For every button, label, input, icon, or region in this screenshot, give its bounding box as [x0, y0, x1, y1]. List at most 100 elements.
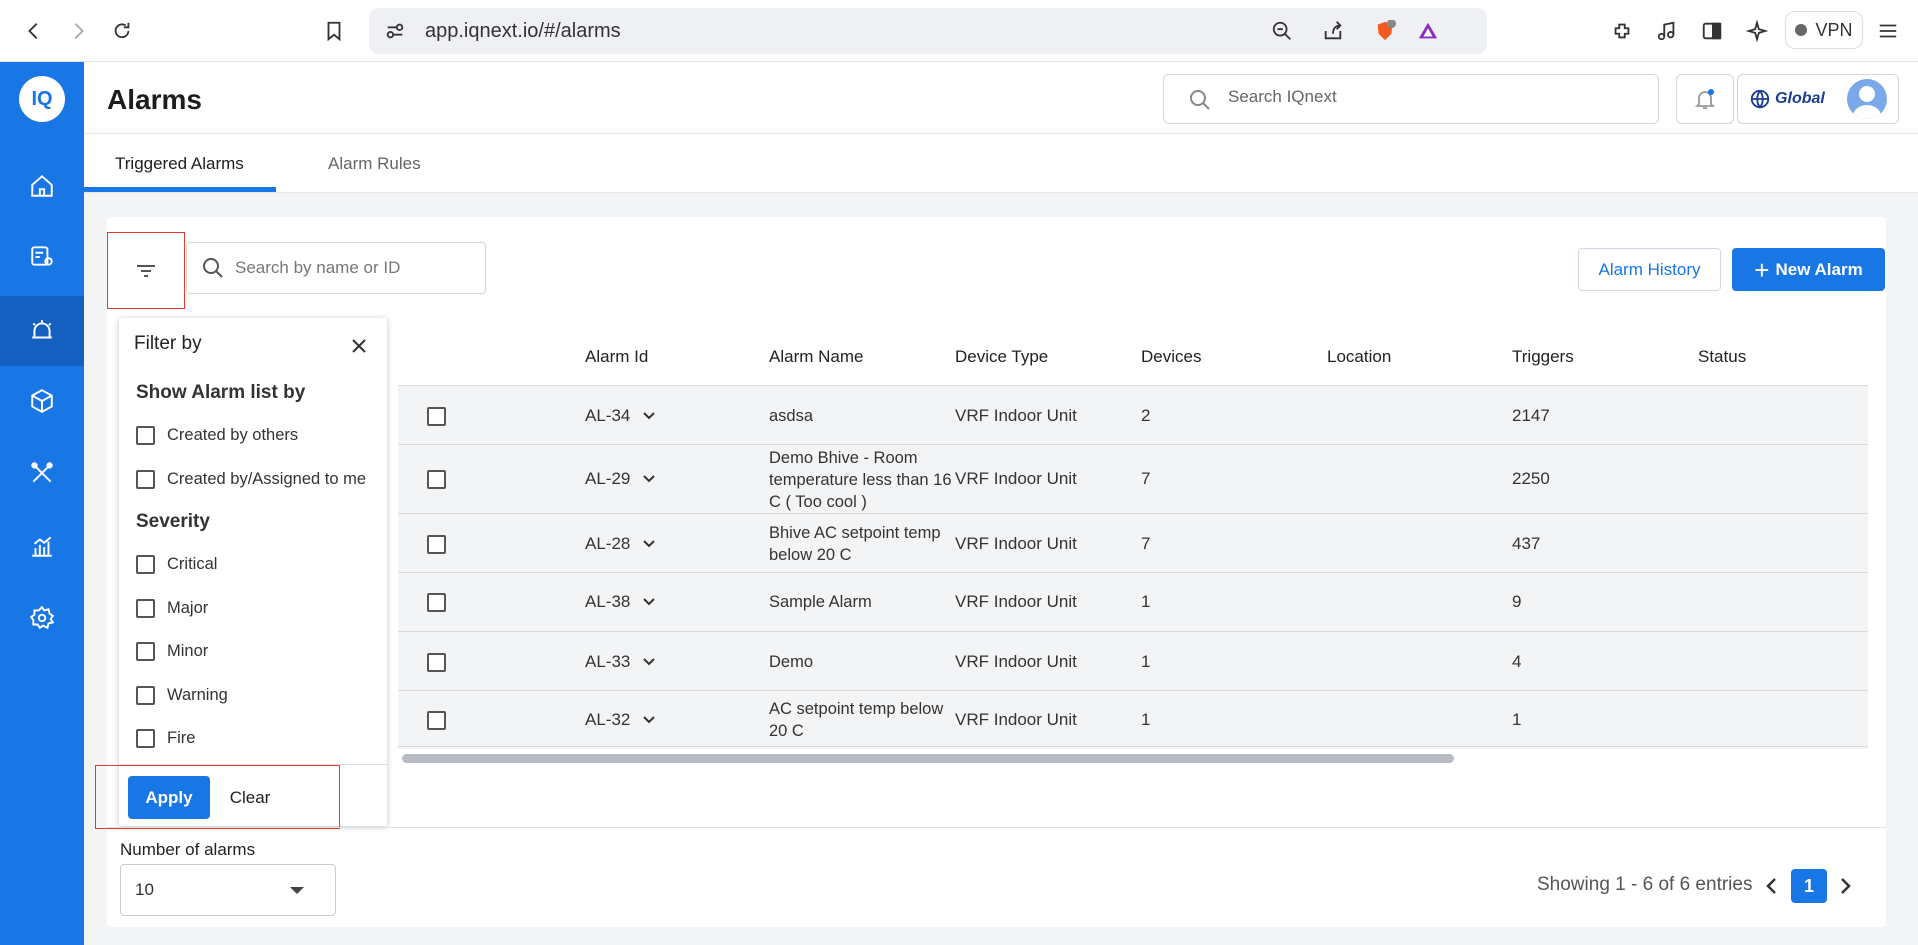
new-alarm-button[interactable]: + New Alarm: [1732, 248, 1885, 291]
chevron-down-icon[interactable]: [641, 653, 657, 669]
row-checkbox[interactable]: [427, 407, 446, 426]
option-label: Minor: [167, 642, 209, 660]
col-devices[interactable]: Devices: [1141, 347, 1201, 367]
filter-option-minor[interactable]: Minor: [136, 642, 208, 661]
reload-icon[interactable]: [106, 15, 138, 47]
chevron-down-icon[interactable]: [641, 593, 657, 609]
col-alarm-id[interactable]: Alarm Id: [585, 347, 648, 367]
notifications-button[interactable]: [1676, 74, 1734, 124]
vpn-button[interactable]: VPN: [1785, 11, 1863, 49]
checkbox[interactable]: [136, 729, 155, 748]
col-status[interactable]: Status: [1698, 347, 1746, 367]
global-search[interactable]: [1163, 74, 1659, 124]
filter-option-major[interactable]: Major: [136, 599, 208, 618]
checkbox[interactable]: [136, 470, 155, 489]
extensions-icon[interactable]: [1606, 15, 1638, 47]
chevron-down-icon[interactable]: [641, 535, 657, 551]
sidebar-item-maintenance[interactable]: [0, 438, 84, 508]
alarm-search-input[interactable]: [235, 258, 475, 278]
filter-option-fire[interactable]: Fire: [136, 729, 195, 748]
checkbox[interactable]: [136, 642, 155, 661]
sidebar-item-devices[interactable]: [0, 221, 84, 291]
row-checkbox[interactable]: [427, 653, 446, 672]
tab-triggered-alarms[interactable]: Triggered Alarms: [115, 154, 244, 174]
zoom-out-icon[interactable]: [1266, 15, 1298, 47]
clear-button[interactable]: Clear: [222, 776, 278, 819]
checkbox[interactable]: [136, 426, 155, 445]
col-alarm-name[interactable]: Alarm Name: [769, 347, 863, 367]
chevron-right-icon[interactable]: [1833, 874, 1857, 898]
checkbox[interactable]: [136, 555, 155, 574]
sidebar-item-assets[interactable]: [0, 366, 84, 436]
col-location[interactable]: Location: [1327, 347, 1391, 367]
table-row[interactable]: AL-38 Sample Alarm VRF Indoor Unit 1 9: [398, 572, 1868, 631]
sidebar-item-home[interactable]: [0, 151, 84, 221]
brave-rewards-icon[interactable]: [1412, 15, 1444, 47]
row-checkbox[interactable]: [427, 711, 446, 730]
row-checkbox[interactable]: [427, 535, 446, 554]
global-search-input[interactable]: [1228, 87, 1628, 107]
filter-option-critical[interactable]: Critical: [136, 555, 217, 574]
checkbox[interactable]: [136, 599, 155, 618]
horizontal-scrollbar[interactable]: [402, 754, 1454, 763]
brave-shield-icon[interactable]: [1369, 15, 1401, 47]
forward-icon[interactable]: [62, 15, 94, 47]
alarm-search[interactable]: [186, 242, 486, 294]
table-row[interactable]: AL-29 Demo Bhive - Room temperature less…: [398, 444, 1868, 513]
option-label: Created by/Assigned to me: [167, 470, 367, 488]
option-label: Created by others: [167, 426, 299, 444]
page-header: Alarms Global: [84, 62, 1918, 134]
sidebar-item-analytics[interactable]: [0, 511, 84, 581]
address-bar[interactable]: app.iqnext.io/#/alarms: [369, 8, 1487, 54]
option-label: Fire: [167, 729, 196, 747]
table-row[interactable]: AL-28 Bhive AC setpoint temp below 20 C …: [398, 513, 1868, 572]
alarm-name: Demo: [769, 653, 814, 671]
sidebar-item-settings[interactable]: [0, 583, 84, 653]
back-icon[interactable]: [18, 15, 50, 47]
share-icon[interactable]: [1317, 15, 1349, 47]
chevron-left-icon[interactable]: [1760, 874, 1784, 898]
app-logo[interactable]: IQ: [19, 76, 65, 122]
device-settings-icon: [31, 246, 53, 266]
devices-count: 7: [1141, 469, 1151, 488]
table-row[interactable]: AL-33 Demo VRF Indoor Unit 1 4: [398, 631, 1868, 690]
alarm-id: AL-28: [585, 534, 631, 553]
close-icon[interactable]: [349, 336, 369, 356]
device-type: VRF Indoor Unit: [955, 710, 1077, 729]
bookmark-icon[interactable]: [318, 15, 350, 47]
triggers-count: 9: [1512, 592, 1522, 611]
checkbox[interactable]: [136, 686, 155, 705]
filter-section-severity: Severity: [136, 511, 210, 532]
media-icon[interactable]: [1651, 15, 1683, 47]
row-checkbox[interactable]: [427, 470, 446, 489]
alarm-count-select[interactable]: 10: [120, 864, 336, 916]
chevron-down-icon[interactable]: [641, 470, 657, 486]
sidebar-toggle-icon[interactable]: [1696, 15, 1728, 47]
leo-ai-icon[interactable]: [1741, 15, 1773, 47]
tab-alarm-rules[interactable]: Alarm Rules: [328, 154, 421, 174]
row-checkbox[interactable]: [427, 593, 446, 612]
alarm-history-button[interactable]: Alarm History: [1578, 248, 1721, 291]
plus-icon: +: [1754, 254, 1770, 285]
pagination-summary: Showing 1 - 6 of 6 entries: [1537, 874, 1753, 895]
site-settings-icon[interactable]: [379, 15, 411, 47]
alarm-id: AL-29: [585, 469, 631, 488]
chevron-down-icon[interactable]: [641, 711, 657, 727]
filter-option-warning[interactable]: Warning: [136, 686, 228, 705]
profile-button[interactable]: Global: [1737, 74, 1899, 124]
table-row[interactable]: AL-32 AC setpoint temp below 20 C VRF In…: [398, 690, 1868, 749]
col-device-type[interactable]: Device Type: [955, 347, 1048, 367]
col-triggers[interactable]: Triggers: [1512, 347, 1574, 367]
filter-option-created-by-me[interactable]: Created by/Assigned to me: [136, 470, 366, 489]
home-icon: [31, 174, 53, 197]
page-button-current[interactable]: 1: [1791, 869, 1827, 903]
triggers-count: 1: [1512, 710, 1522, 729]
filter-button[interactable]: [107, 232, 185, 309]
chevron-down-icon[interactable]: [641, 407, 657, 423]
sidebar-item-alarms[interactable]: [0, 296, 84, 366]
menu-icon[interactable]: [1872, 15, 1904, 47]
apply-button[interactable]: Apply: [128, 776, 210, 819]
table-row[interactable]: AL-34 asdsa VRF Indoor Unit 2 2147: [398, 385, 1868, 444]
filter-option-created-by-others[interactable]: Created by others: [136, 426, 298, 445]
sidebar: IQ: [0, 62, 84, 945]
